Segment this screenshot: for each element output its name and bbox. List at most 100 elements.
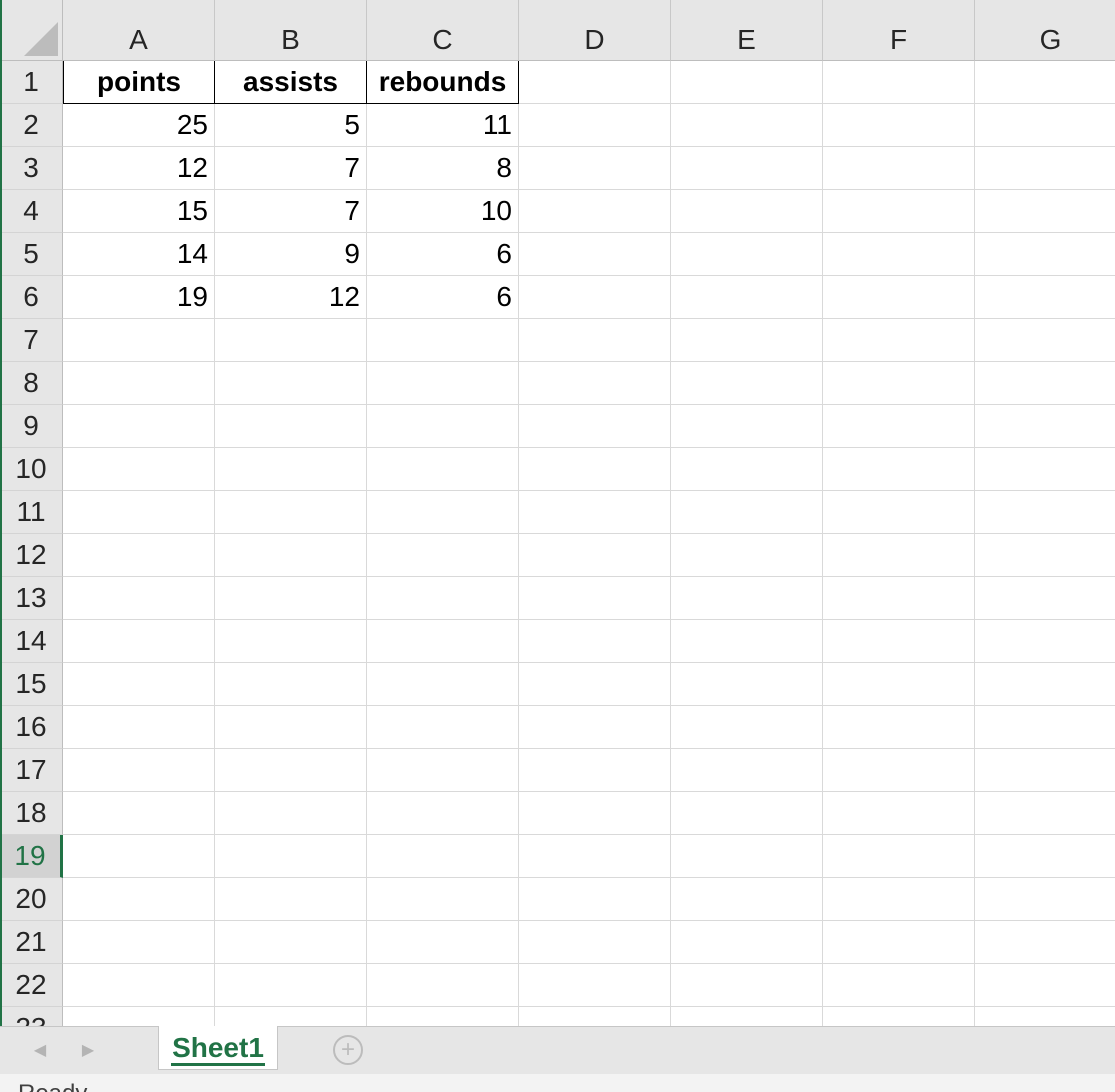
cell-d12[interactable] bbox=[519, 534, 671, 577]
cell-b19[interactable] bbox=[215, 835, 367, 878]
cell-b2[interactable]: 5 bbox=[215, 104, 367, 147]
cell-a7[interactable] bbox=[63, 319, 215, 362]
cell-c1[interactable]: rebounds bbox=[367, 61, 519, 104]
cell-c15[interactable] bbox=[367, 663, 519, 706]
cell-f8[interactable] bbox=[823, 362, 975, 405]
cell-b10[interactable] bbox=[215, 448, 367, 491]
cell-a8[interactable] bbox=[63, 362, 215, 405]
cell-g17[interactable] bbox=[975, 749, 1115, 792]
cell-e22[interactable] bbox=[671, 964, 823, 1007]
cell-a9[interactable] bbox=[63, 405, 215, 448]
cell-g19[interactable] bbox=[975, 835, 1115, 878]
cell-a23[interactable] bbox=[63, 1007, 215, 1026]
cell-a1[interactable]: points bbox=[63, 61, 215, 104]
cell-d9[interactable] bbox=[519, 405, 671, 448]
row-header-8[interactable]: 8 bbox=[0, 362, 63, 405]
cell-e5[interactable] bbox=[671, 233, 823, 276]
cell-b16[interactable] bbox=[215, 706, 367, 749]
cell-a5[interactable]: 14 bbox=[63, 233, 215, 276]
cell-b9[interactable] bbox=[215, 405, 367, 448]
cell-f22[interactable] bbox=[823, 964, 975, 1007]
row-header-11[interactable]: 11 bbox=[0, 491, 63, 534]
cell-a16[interactable] bbox=[63, 706, 215, 749]
row-header-9[interactable]: 9 bbox=[0, 405, 63, 448]
cell-b13[interactable] bbox=[215, 577, 367, 620]
cell-d15[interactable] bbox=[519, 663, 671, 706]
cell-d7[interactable] bbox=[519, 319, 671, 362]
column-header-c[interactable]: C bbox=[367, 0, 519, 61]
cell-c11[interactable] bbox=[367, 491, 519, 534]
cell-f21[interactable] bbox=[823, 921, 975, 964]
cell-g5[interactable] bbox=[975, 233, 1115, 276]
cell-e12[interactable] bbox=[671, 534, 823, 577]
row-header-23[interactable]: 23 bbox=[0, 1007, 63, 1026]
cell-c19[interactable] bbox=[367, 835, 519, 878]
cell-c5[interactable]: 6 bbox=[367, 233, 519, 276]
cell-c13[interactable] bbox=[367, 577, 519, 620]
cell-g23[interactable] bbox=[975, 1007, 1115, 1026]
cell-e15[interactable] bbox=[671, 663, 823, 706]
cell-e17[interactable] bbox=[671, 749, 823, 792]
cell-e16[interactable] bbox=[671, 706, 823, 749]
cell-e2[interactable] bbox=[671, 104, 823, 147]
cell-a14[interactable] bbox=[63, 620, 215, 663]
cell-e3[interactable] bbox=[671, 147, 823, 190]
cell-d13[interactable] bbox=[519, 577, 671, 620]
cell-f15[interactable] bbox=[823, 663, 975, 706]
cell-d23[interactable] bbox=[519, 1007, 671, 1026]
cell-b18[interactable] bbox=[215, 792, 367, 835]
cell-e7[interactable] bbox=[671, 319, 823, 362]
row-header-18[interactable]: 18 bbox=[0, 792, 63, 835]
cell-f11[interactable] bbox=[823, 491, 975, 534]
cell-d5[interactable] bbox=[519, 233, 671, 276]
cell-e8[interactable] bbox=[671, 362, 823, 405]
worksheet-grid[interactable]: ABCDEFG 1 2 3 4 5 6 7 8 9 10 11 12 13 14 15 16 17 18 19 20 2… bbox=[0, 0, 1115, 1026]
cell-g13[interactable] bbox=[975, 577, 1115, 620]
cell-f17[interactable] bbox=[823, 749, 975, 792]
cell-e19[interactable] bbox=[671, 835, 823, 878]
cell-a10[interactable] bbox=[63, 448, 215, 491]
cell-b14[interactable] bbox=[215, 620, 367, 663]
cell-d8[interactable] bbox=[519, 362, 671, 405]
cell-a3[interactable]: 12 bbox=[63, 147, 215, 190]
cell-g18[interactable] bbox=[975, 792, 1115, 835]
cell-c3[interactable]: 8 bbox=[367, 147, 519, 190]
cell-c16[interactable] bbox=[367, 706, 519, 749]
column-header-a[interactable]: A bbox=[63, 0, 215, 61]
cell-f14[interactable] bbox=[823, 620, 975, 663]
cell-f9[interactable] bbox=[823, 405, 975, 448]
cell-b12[interactable] bbox=[215, 534, 367, 577]
chevron-right-icon[interactable]: ▶ bbox=[78, 1039, 98, 1061]
row-header-5[interactable]: 5 bbox=[0, 233, 63, 276]
cell-c23[interactable] bbox=[367, 1007, 519, 1026]
cell-e14[interactable] bbox=[671, 620, 823, 663]
cell-f1[interactable] bbox=[823, 61, 975, 104]
cell-c14[interactable] bbox=[367, 620, 519, 663]
cell-b6[interactable]: 12 bbox=[215, 276, 367, 319]
row-header-12[interactable]: 12 bbox=[0, 534, 63, 577]
cell-g14[interactable] bbox=[975, 620, 1115, 663]
select-all-button[interactable] bbox=[0, 0, 63, 61]
cell-b23[interactable] bbox=[215, 1007, 367, 1026]
cell-b22[interactable] bbox=[215, 964, 367, 1007]
row-header-19[interactable]: 19 bbox=[0, 835, 63, 878]
cell-d18[interactable] bbox=[519, 792, 671, 835]
cell-e21[interactable] bbox=[671, 921, 823, 964]
row-header-20[interactable]: 20 bbox=[0, 878, 63, 921]
cell-g11[interactable] bbox=[975, 491, 1115, 534]
cell-d14[interactable] bbox=[519, 620, 671, 663]
cell-e1[interactable] bbox=[671, 61, 823, 104]
row-header-22[interactable]: 22 bbox=[0, 964, 63, 1007]
cell-c17[interactable] bbox=[367, 749, 519, 792]
cell-a15[interactable] bbox=[63, 663, 215, 706]
cell-g22[interactable] bbox=[975, 964, 1115, 1007]
cell-g8[interactable] bbox=[975, 362, 1115, 405]
cell-c8[interactable] bbox=[367, 362, 519, 405]
cell-c7[interactable] bbox=[367, 319, 519, 362]
column-header-g[interactable]: G bbox=[975, 0, 1115, 61]
cell-f16[interactable] bbox=[823, 706, 975, 749]
cell-g12[interactable] bbox=[975, 534, 1115, 577]
column-header-f[interactable]: F bbox=[823, 0, 975, 61]
cell-d4[interactable] bbox=[519, 190, 671, 233]
cell-f2[interactable] bbox=[823, 104, 975, 147]
